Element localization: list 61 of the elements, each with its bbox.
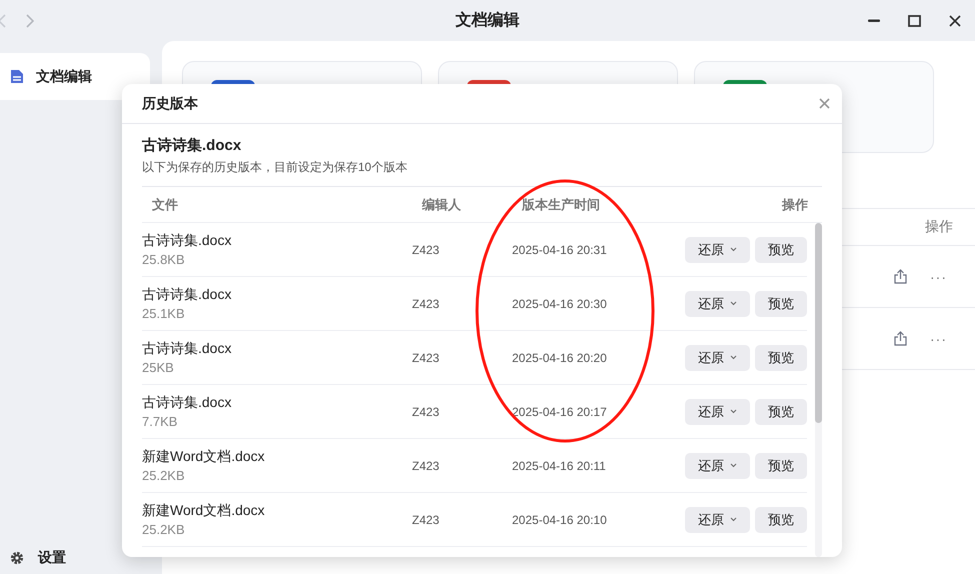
editor-cell-text: Z423 <box>412 512 440 526</box>
preview-button[interactable]: 预览 <box>755 236 807 262</box>
file-size: 25.2KB <box>142 522 186 537</box>
restore-button[interactable]: 还原 <box>685 344 750 370</box>
editor-cell-text: Z423 <box>412 458 440 472</box>
column-header: 文件 <box>151 196 179 214</box>
restore-button[interactable]: 还原 <box>685 452 750 478</box>
file-name: 古诗诗集.docx <box>142 136 242 156</box>
file-name: 古诗诗集.docx <box>142 232 232 250</box>
column-header: 操作 <box>780 196 809 214</box>
column-header: 操作 <box>925 218 953 236</box>
restore-button[interactable]: 还原 <box>685 236 750 262</box>
editor-cell-text: Z423 <box>412 350 440 364</box>
column-header: 编辑人 <box>420 196 462 214</box>
more-button[interactable]: ··· <box>930 268 947 284</box>
more-button[interactable]: ··· <box>930 330 947 346</box>
file-name: 古诗诗集.docx <box>142 286 232 304</box>
restore-button[interactable]: 还原 <box>685 506 750 532</box>
file-name: 古诗诗集.docx <box>142 394 232 412</box>
preview-button[interactable]: 预览 <box>755 506 807 532</box>
preview-button[interactable]: 预览 <box>755 452 807 478</box>
file-size: 25.1KB <box>142 306 186 321</box>
time-cell-text: 2025-04-16 20:10 <box>512 512 608 526</box>
file-name: 新建Word文档.docx <box>142 448 266 466</box>
file-name: 古诗诗集.docx <box>142 340 232 358</box>
file-size: 25.2KB <box>142 468 186 483</box>
preview-button[interactable]: 预览 <box>755 398 807 424</box>
caret-icon <box>730 247 737 252</box>
time-cell-text: 2025-04-16 20:20 <box>512 350 608 364</box>
window-title: 文档编辑 <box>454 10 520 31</box>
share-icon[interactable] <box>893 269 908 284</box>
column-header: 版本生产时间 <box>520 196 601 214</box>
file-size: 25KB <box>142 360 175 375</box>
preview-button[interactable]: 预览 <box>755 344 807 370</box>
time-cell-text: 2025-04-16 20:17 <box>512 404 608 418</box>
restore-button[interactable]: 还原 <box>685 398 750 424</box>
description: 以下为保存的历史版本，目前设定为保存10个版本 <box>142 159 822 187</box>
settings-icon[interactable] <box>10 551 24 565</box>
editor-cell-text: Z423 <box>412 242 440 256</box>
document-icon <box>10 69 24 84</box>
file-name: 新建Word文档.docx <box>142 502 266 520</box>
minimize-icon[interactable] <box>868 18 880 22</box>
restore-button[interactable]: 还原 <box>685 290 750 316</box>
caret-icon <box>730 301 737 306</box>
share-icon[interactable] <box>893 331 908 346</box>
time-cell-text: 2025-04-16 20:11 <box>512 458 607 472</box>
editor-cell-text: Z423 <box>412 296 440 310</box>
time-cell-text: 2025-04-16 20:30 <box>512 296 608 310</box>
caret-icon <box>730 463 737 468</box>
time-cell-text: 2025-04-16 20:31 <box>512 242 608 256</box>
caret-icon <box>730 517 737 522</box>
file-size: 25.8KB <box>142 252 186 267</box>
preview-button[interactable]: 预览 <box>755 290 807 316</box>
caret-icon <box>730 355 737 360</box>
scrollbar-thumb[interactable] <box>815 223 822 423</box>
settings-label[interactable]: 设置 <box>38 549 66 567</box>
maximize-icon[interactable] <box>908 14 921 26</box>
caret-icon <box>730 409 737 414</box>
editor-cell-text: Z423 <box>412 404 440 418</box>
file-size: 7.7KB <box>142 414 178 429</box>
close-icon[interactable] <box>949 14 961 26</box>
